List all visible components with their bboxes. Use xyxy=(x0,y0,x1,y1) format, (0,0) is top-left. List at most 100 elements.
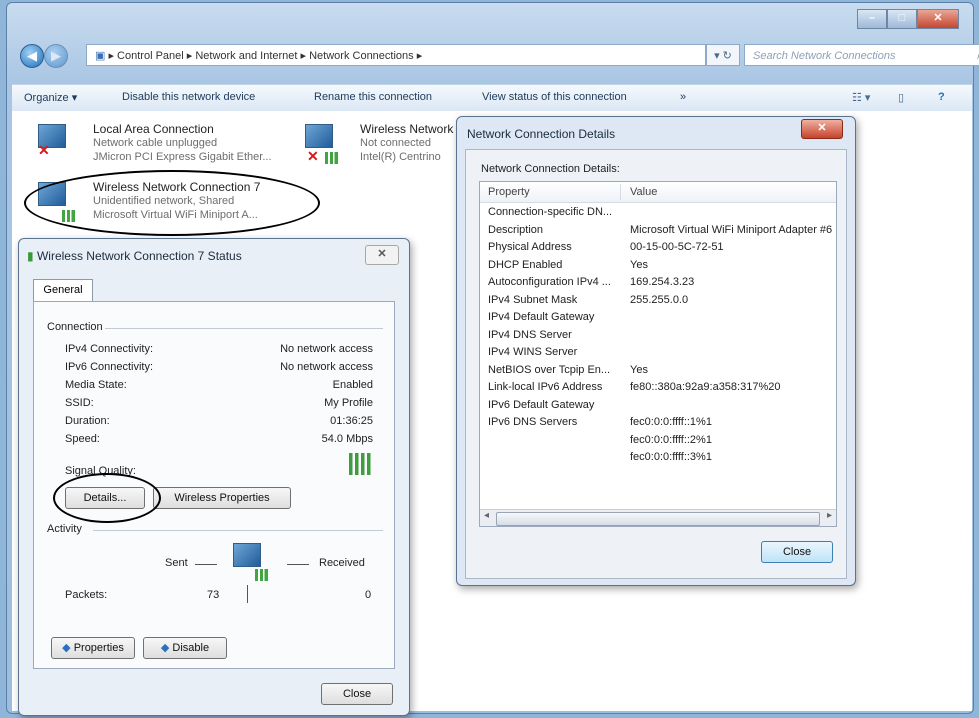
field-value: 01:36:25 xyxy=(330,415,373,427)
scrollbar-thumb[interactable] xyxy=(496,512,820,526)
detail-value: Yes xyxy=(630,258,648,271)
close-button[interactable]: Close xyxy=(321,683,393,705)
close-icon[interactable]: ✕ xyxy=(365,245,399,265)
properties-button[interactable]: ◆ Properties xyxy=(51,637,135,659)
shield-icon: ◆ xyxy=(62,642,71,654)
organize-button[interactable]: Organize ▾ xyxy=(24,91,77,104)
signal-bars-icon: ▮ xyxy=(27,249,34,263)
detail-value: Yes xyxy=(630,363,648,376)
details-dialog: Network Connection Details ✕ Network Con… xyxy=(456,116,856,586)
activity-divider xyxy=(247,585,248,603)
connection-adapter: Intel(R) Centrino xyxy=(360,151,441,163)
detail-value: 255.255.0.0 xyxy=(630,293,689,306)
detail-value: fec0:0:0:ffff::1%1 xyxy=(630,416,712,428)
detail-property: Physical Address xyxy=(488,241,572,253)
command-toolbar: Organize ▾ Disable this network device R… xyxy=(12,84,972,112)
details-table-header: Property Value xyxy=(480,182,836,203)
packets-received-value: 0 xyxy=(365,589,372,601)
sent-label: Sent xyxy=(165,557,188,569)
wireless-properties-button[interactable]: Wireless Properties xyxy=(153,487,291,509)
breadcrumb[interactable]: ▣ ▸ Control Panel ▸ Network and Internet… xyxy=(86,44,706,66)
signal-bars-icon xyxy=(255,569,271,581)
signal-bars-icon xyxy=(325,152,341,164)
network-activity-icon xyxy=(233,543,261,567)
detail-property: Description xyxy=(488,223,544,236)
dialog-title: Network Connection Details xyxy=(467,127,616,141)
view-status-button[interactable]: View status of this connection xyxy=(482,91,627,103)
network-adapter-icon xyxy=(305,124,333,148)
detail-property: NetBIOS over Tcpip En... xyxy=(488,363,611,376)
back-icon[interactable]: ◀ xyxy=(20,44,44,68)
field-value: 54.0 Mbps xyxy=(321,433,373,445)
breadcrumb-item[interactable]: Control Panel xyxy=(117,50,184,62)
column-header-value[interactable]: Value xyxy=(630,186,657,198)
connection-adapter: JMicron PCI Express Gigabit Ether... xyxy=(93,151,272,163)
search-input[interactable]: Search Network Connections ⌕ xyxy=(744,44,979,66)
detail-value: fec0:0:0:ffff::3%1 xyxy=(630,451,712,463)
scroll-left-icon[interactable]: ◂ xyxy=(484,510,489,521)
close-button[interactable]: Close xyxy=(761,541,833,563)
detail-value: Microsoft Virtual WiFi Miniport Adapter … xyxy=(630,223,833,236)
group-divider xyxy=(105,328,383,329)
detail-property: Connection-specific DN... xyxy=(488,206,613,218)
disable-device-button[interactable]: Disable this network device xyxy=(122,91,255,103)
detail-value: 169.254.3.23 xyxy=(630,276,695,288)
field-value: No network access xyxy=(280,343,373,355)
forward-icon[interactable]: ▶ xyxy=(44,44,68,68)
preview-pane-icon[interactable]: ▯ xyxy=(898,91,904,104)
detail-property: IPv4 WINS Server xyxy=(488,346,578,358)
detail-property: IPv4 Default Gateway xyxy=(488,311,595,323)
detail-value: fec0:0:0:ffff::2%1 xyxy=(630,433,712,446)
group-divider xyxy=(93,530,383,531)
address-bar: ◀ ▶ ▣ ▸ Control Panel ▸ Network and Inte… xyxy=(20,44,979,68)
field-label: Media State: xyxy=(65,379,127,391)
connection-name: Wireless Network xyxy=(360,122,454,136)
details-caption: Network Connection Details: xyxy=(481,163,620,175)
breadcrumb-item[interactable]: Network Connections xyxy=(309,50,414,62)
rename-connection-button[interactable]: Rename this connection xyxy=(314,91,432,103)
field-value: Enabled xyxy=(332,379,373,391)
connection-name: Local Area Connection xyxy=(93,122,214,136)
connection-status: Not connected xyxy=(360,137,431,149)
highlight-ellipse xyxy=(24,170,320,236)
detail-property: IPv6 Default Gateway xyxy=(488,398,595,411)
minimize-button[interactable]: – xyxy=(857,9,887,29)
field-label: IPv6 Connectivity: xyxy=(65,361,154,373)
help-icon[interactable]: ? xyxy=(938,91,945,103)
disable-button[interactable]: ◆ Disable xyxy=(143,637,227,659)
view-options-icon[interactable]: ☷ ▾ xyxy=(852,91,870,104)
field-label: Duration: xyxy=(65,415,110,427)
connection-local-area[interactable]: ✕ Local Area Connection Network cable un… xyxy=(38,122,298,172)
detail-property: IPv4 Subnet Mask xyxy=(488,293,578,306)
detail-property: IPv6 DNS Servers xyxy=(488,416,578,428)
more-commands-button[interactable]: » xyxy=(680,91,686,103)
status-dialog: ▮ Wireless Network Connection 7 Status ✕… xyxy=(18,238,410,716)
tab-general[interactable]: General xyxy=(33,279,93,302)
shield-icon: ◆ xyxy=(160,642,170,654)
scroll-right-icon[interactable]: ▸ xyxy=(827,510,832,521)
detail-property: Link-local IPv6 Address xyxy=(488,381,603,393)
field-label: Speed: xyxy=(65,433,100,445)
connection-status: Network cable unplugged xyxy=(93,137,218,149)
detail-property: DHCP Enabled xyxy=(488,258,563,271)
detail-value: 00-15-00-5C-72-51 xyxy=(630,241,724,253)
refresh-button[interactable]: ▾ ↻ xyxy=(706,44,740,66)
horizontal-scrollbar[interactable]: ◂ ▸ xyxy=(480,509,836,526)
packets-label: Packets: xyxy=(65,589,108,601)
detail-property: IPv4 DNS Server xyxy=(488,328,572,341)
close-window-button[interactable]: ✕ xyxy=(917,9,959,29)
control-panel-icon: ▣ xyxy=(95,50,106,62)
received-label: Received xyxy=(319,557,365,569)
maximize-button[interactable]: □ xyxy=(887,9,917,29)
detail-property: Autoconfiguration IPv4 ... xyxy=(488,276,611,288)
breadcrumb-item[interactable]: Network and Internet xyxy=(195,50,297,62)
field-label: IPv4 Connectivity: xyxy=(65,343,154,355)
window-controls: – □ ✕ xyxy=(857,9,959,29)
disconnected-x-icon: ✕ xyxy=(307,148,319,164)
connection-wireless-network[interactable]: ✕ Wireless Network Not connected Intel(R… xyxy=(305,122,465,172)
packets-sent-value: 73 xyxy=(207,589,220,601)
disconnected-x-icon: ✕ xyxy=(38,142,50,158)
column-header-property[interactable]: Property xyxy=(488,186,530,198)
field-value: No network access xyxy=(280,361,373,373)
close-icon[interactable]: ✕ xyxy=(801,119,843,139)
